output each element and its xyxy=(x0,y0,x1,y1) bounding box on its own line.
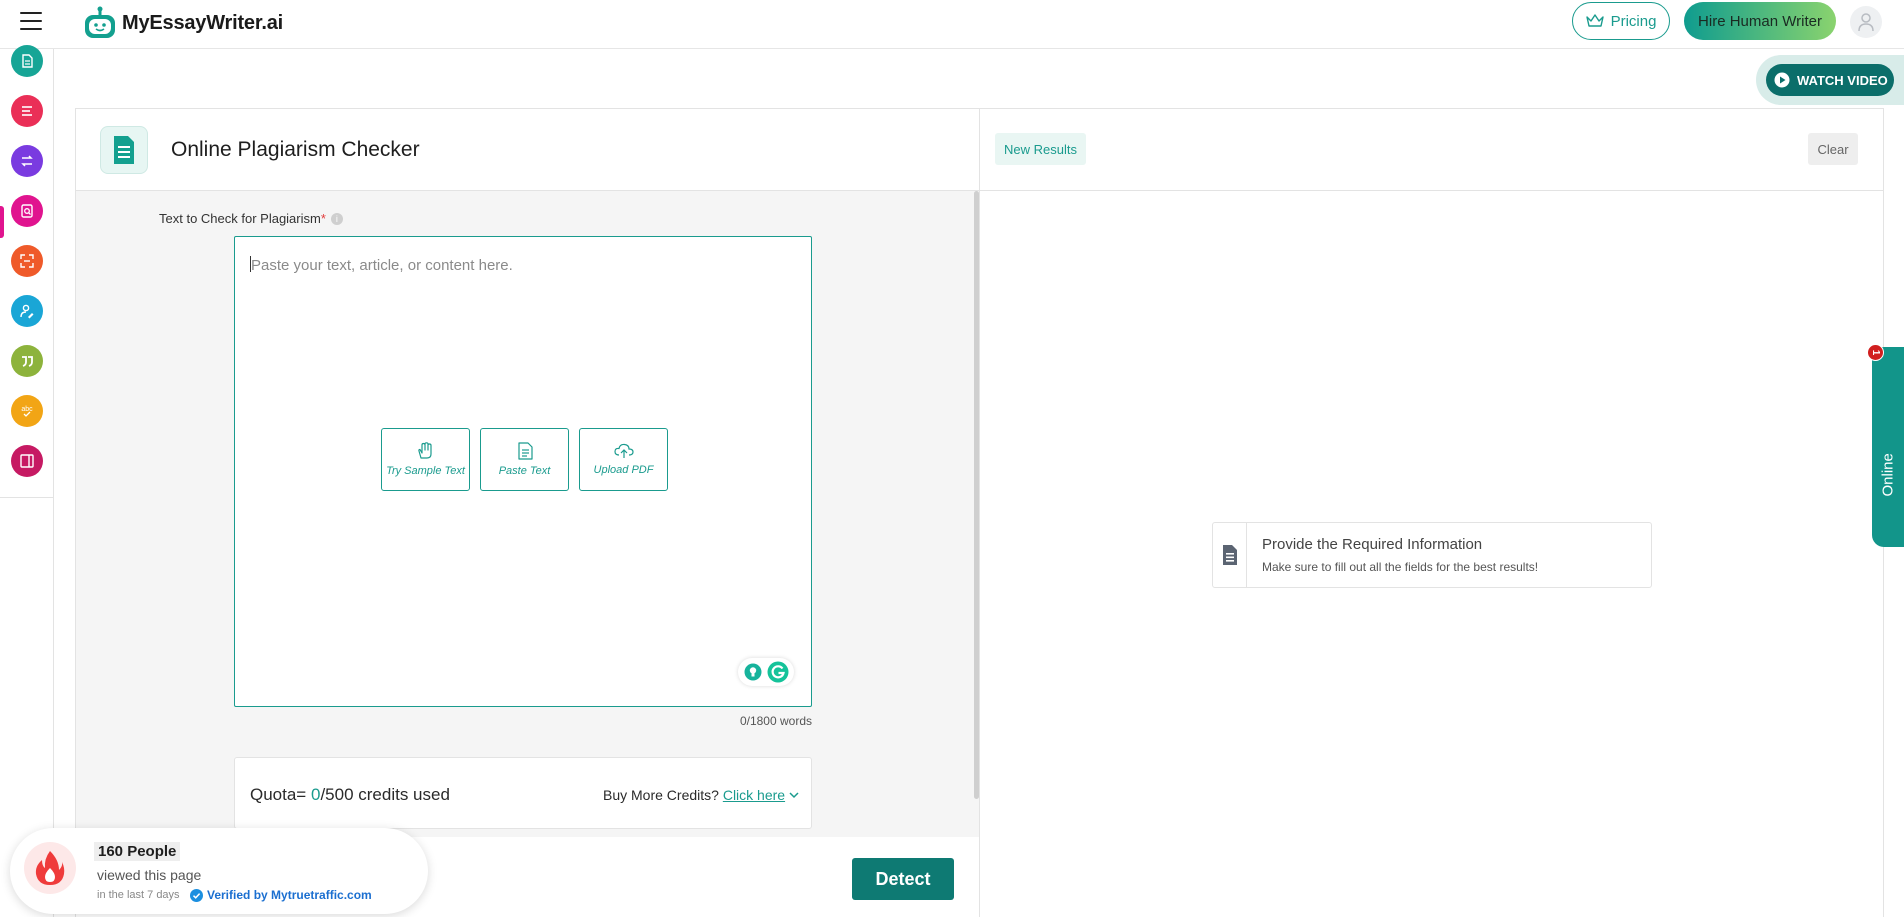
try-sample-label: Try Sample Text xyxy=(386,465,465,477)
svg-text:abc: abc xyxy=(21,406,33,413)
lightbulb-icon[interactable] xyxy=(744,663,762,681)
pricing-button[interactable]: Pricing xyxy=(1572,2,1670,40)
buy-credits-prefix: Buy More Credits? xyxy=(603,787,723,803)
buy-credits-link[interactable]: Click here xyxy=(723,787,785,803)
paraphrase-icon xyxy=(21,155,33,167)
document-icon xyxy=(22,54,33,68)
sidebar-item-quote[interactable] xyxy=(11,345,43,377)
online-label: Online xyxy=(1879,453,1897,497)
people-count: 160 People xyxy=(94,842,181,861)
hire-human-writer-button[interactable]: Hire Human Writer xyxy=(1684,2,1836,40)
quota-text: Quota= 0/500 credits used xyxy=(250,785,450,805)
quota-box: Quota= 0/500 credits used Buy More Credi… xyxy=(234,757,812,829)
notification-badge: 1 xyxy=(1867,344,1884,361)
pricing-label: Pricing xyxy=(1610,12,1657,30)
crown-icon xyxy=(1585,14,1604,27)
upload-cloud-icon xyxy=(613,443,634,458)
buy-credits: Buy More Credits? Click here xyxy=(603,787,799,803)
results-header: New Results Clear xyxy=(980,109,1883,191)
sidebar-divider xyxy=(0,497,54,498)
sidebar-item-lines[interactable] xyxy=(11,95,43,127)
scrollbar[interactable] xyxy=(974,191,979,799)
info-icon[interactable]: i xyxy=(330,213,343,225)
paste-text-button[interactable]: Paste Text xyxy=(480,428,569,491)
try-sample-text-button[interactable]: Try Sample Text xyxy=(381,428,470,491)
watch-video-label: WATCH VIDEO xyxy=(1797,72,1888,88)
results-panel: New Results Clear Provide the Required I… xyxy=(980,108,1884,917)
menu-icon[interactable] xyxy=(20,12,42,32)
detect-button[interactable]: Detect xyxy=(852,858,954,900)
quota-prefix: Quota= xyxy=(250,785,311,804)
text-input[interactable]: Paste your text, article, or content her… xyxy=(234,236,812,707)
period-text: in the last 7 days xyxy=(97,889,180,901)
play-icon xyxy=(1774,72,1790,88)
lines-icon xyxy=(22,106,32,116)
social-proof-popup[interactable]: 160 People viewed this page in the last … xyxy=(10,828,428,914)
field-label-text: Text to Check for Plagiarism xyxy=(159,211,321,226)
quote-icon xyxy=(22,356,33,367)
brand-name: MyEssayWriter.ai xyxy=(122,11,283,34)
required-info-card: Provide the Required Information Make su… xyxy=(1212,522,1652,588)
tool-header: Online Plagiarism Checker xyxy=(76,109,979,191)
user-icon xyxy=(1858,13,1874,32)
clear-button[interactable]: Clear xyxy=(1808,133,1858,165)
writing-assistant-tools xyxy=(738,658,794,686)
viewed-text: viewed this page xyxy=(97,867,202,883)
tools-sidebar xyxy=(0,49,54,917)
chevron-down-icon[interactable] xyxy=(789,792,799,799)
grammarly-icon[interactable] xyxy=(767,661,789,683)
sidebar-item-document[interactable] xyxy=(11,45,43,77)
watch-video-button[interactable]: WATCH VIDEO xyxy=(1766,64,1894,96)
verified-check-icon xyxy=(190,888,203,902)
sidebar-item-paraphrase[interactable] xyxy=(11,145,43,177)
new-results-tab[interactable]: New Results xyxy=(995,133,1086,165)
page-title: Online Plagiarism Checker xyxy=(171,138,420,161)
sidebar-item-plagiarism[interactable] xyxy=(11,195,43,227)
verified-text: Verified by Mytruetraffic.com xyxy=(207,888,372,902)
scan-icon xyxy=(20,254,34,268)
document-info-icon xyxy=(1213,523,1247,587)
hire-label: Hire Human Writer xyxy=(1698,12,1822,30)
paste-text-label: Paste Text xyxy=(498,465,551,477)
brand-logo[interactable]: MyEssayWriter.ai xyxy=(82,6,283,40)
hand-icon xyxy=(417,442,432,459)
sidebar-item-spellcheck[interactable]: abc xyxy=(11,395,43,427)
sidebar-item-book[interactable] xyxy=(11,445,43,477)
card-title: Provide the Required Information xyxy=(1262,536,1483,553)
verified-by: Verified by Mytruetraffic.com xyxy=(190,888,372,902)
user-edit-icon xyxy=(20,304,34,319)
text-placeholder: Paste your text, article, or content her… xyxy=(251,257,513,274)
user-avatar[interactable] xyxy=(1850,6,1882,38)
spellcheck-icon: abc xyxy=(21,406,33,417)
top-bar: MyEssayWriter.ai Pricing Hire Human Writ… xyxy=(0,0,1904,49)
robot-logo-icon xyxy=(85,6,115,38)
sidebar-active-indicator xyxy=(0,206,4,238)
paste-icon xyxy=(517,442,533,460)
text-field-label: Text to Check for Plagiarism* i xyxy=(159,211,343,226)
card-subtitle: Make sure to fill out all the fields for… xyxy=(1262,560,1539,574)
upload-pdf-button[interactable]: Upload PDF xyxy=(579,428,668,491)
document-icon xyxy=(100,126,148,174)
upload-pdf-label: Upload PDF xyxy=(593,464,654,476)
plagiarism-icon xyxy=(21,204,33,218)
fire-icon xyxy=(24,842,76,894)
quota-suffix: /500 credits used xyxy=(320,785,450,804)
book-icon xyxy=(20,454,34,468)
word-count: 0/1800 words xyxy=(739,714,812,728)
sidebar-item-scan[interactable] xyxy=(11,245,43,277)
sidebar-item-user-edit[interactable] xyxy=(11,295,43,327)
required-mark: * xyxy=(320,211,326,226)
online-chat-tab[interactable]: Online xyxy=(1872,347,1904,547)
